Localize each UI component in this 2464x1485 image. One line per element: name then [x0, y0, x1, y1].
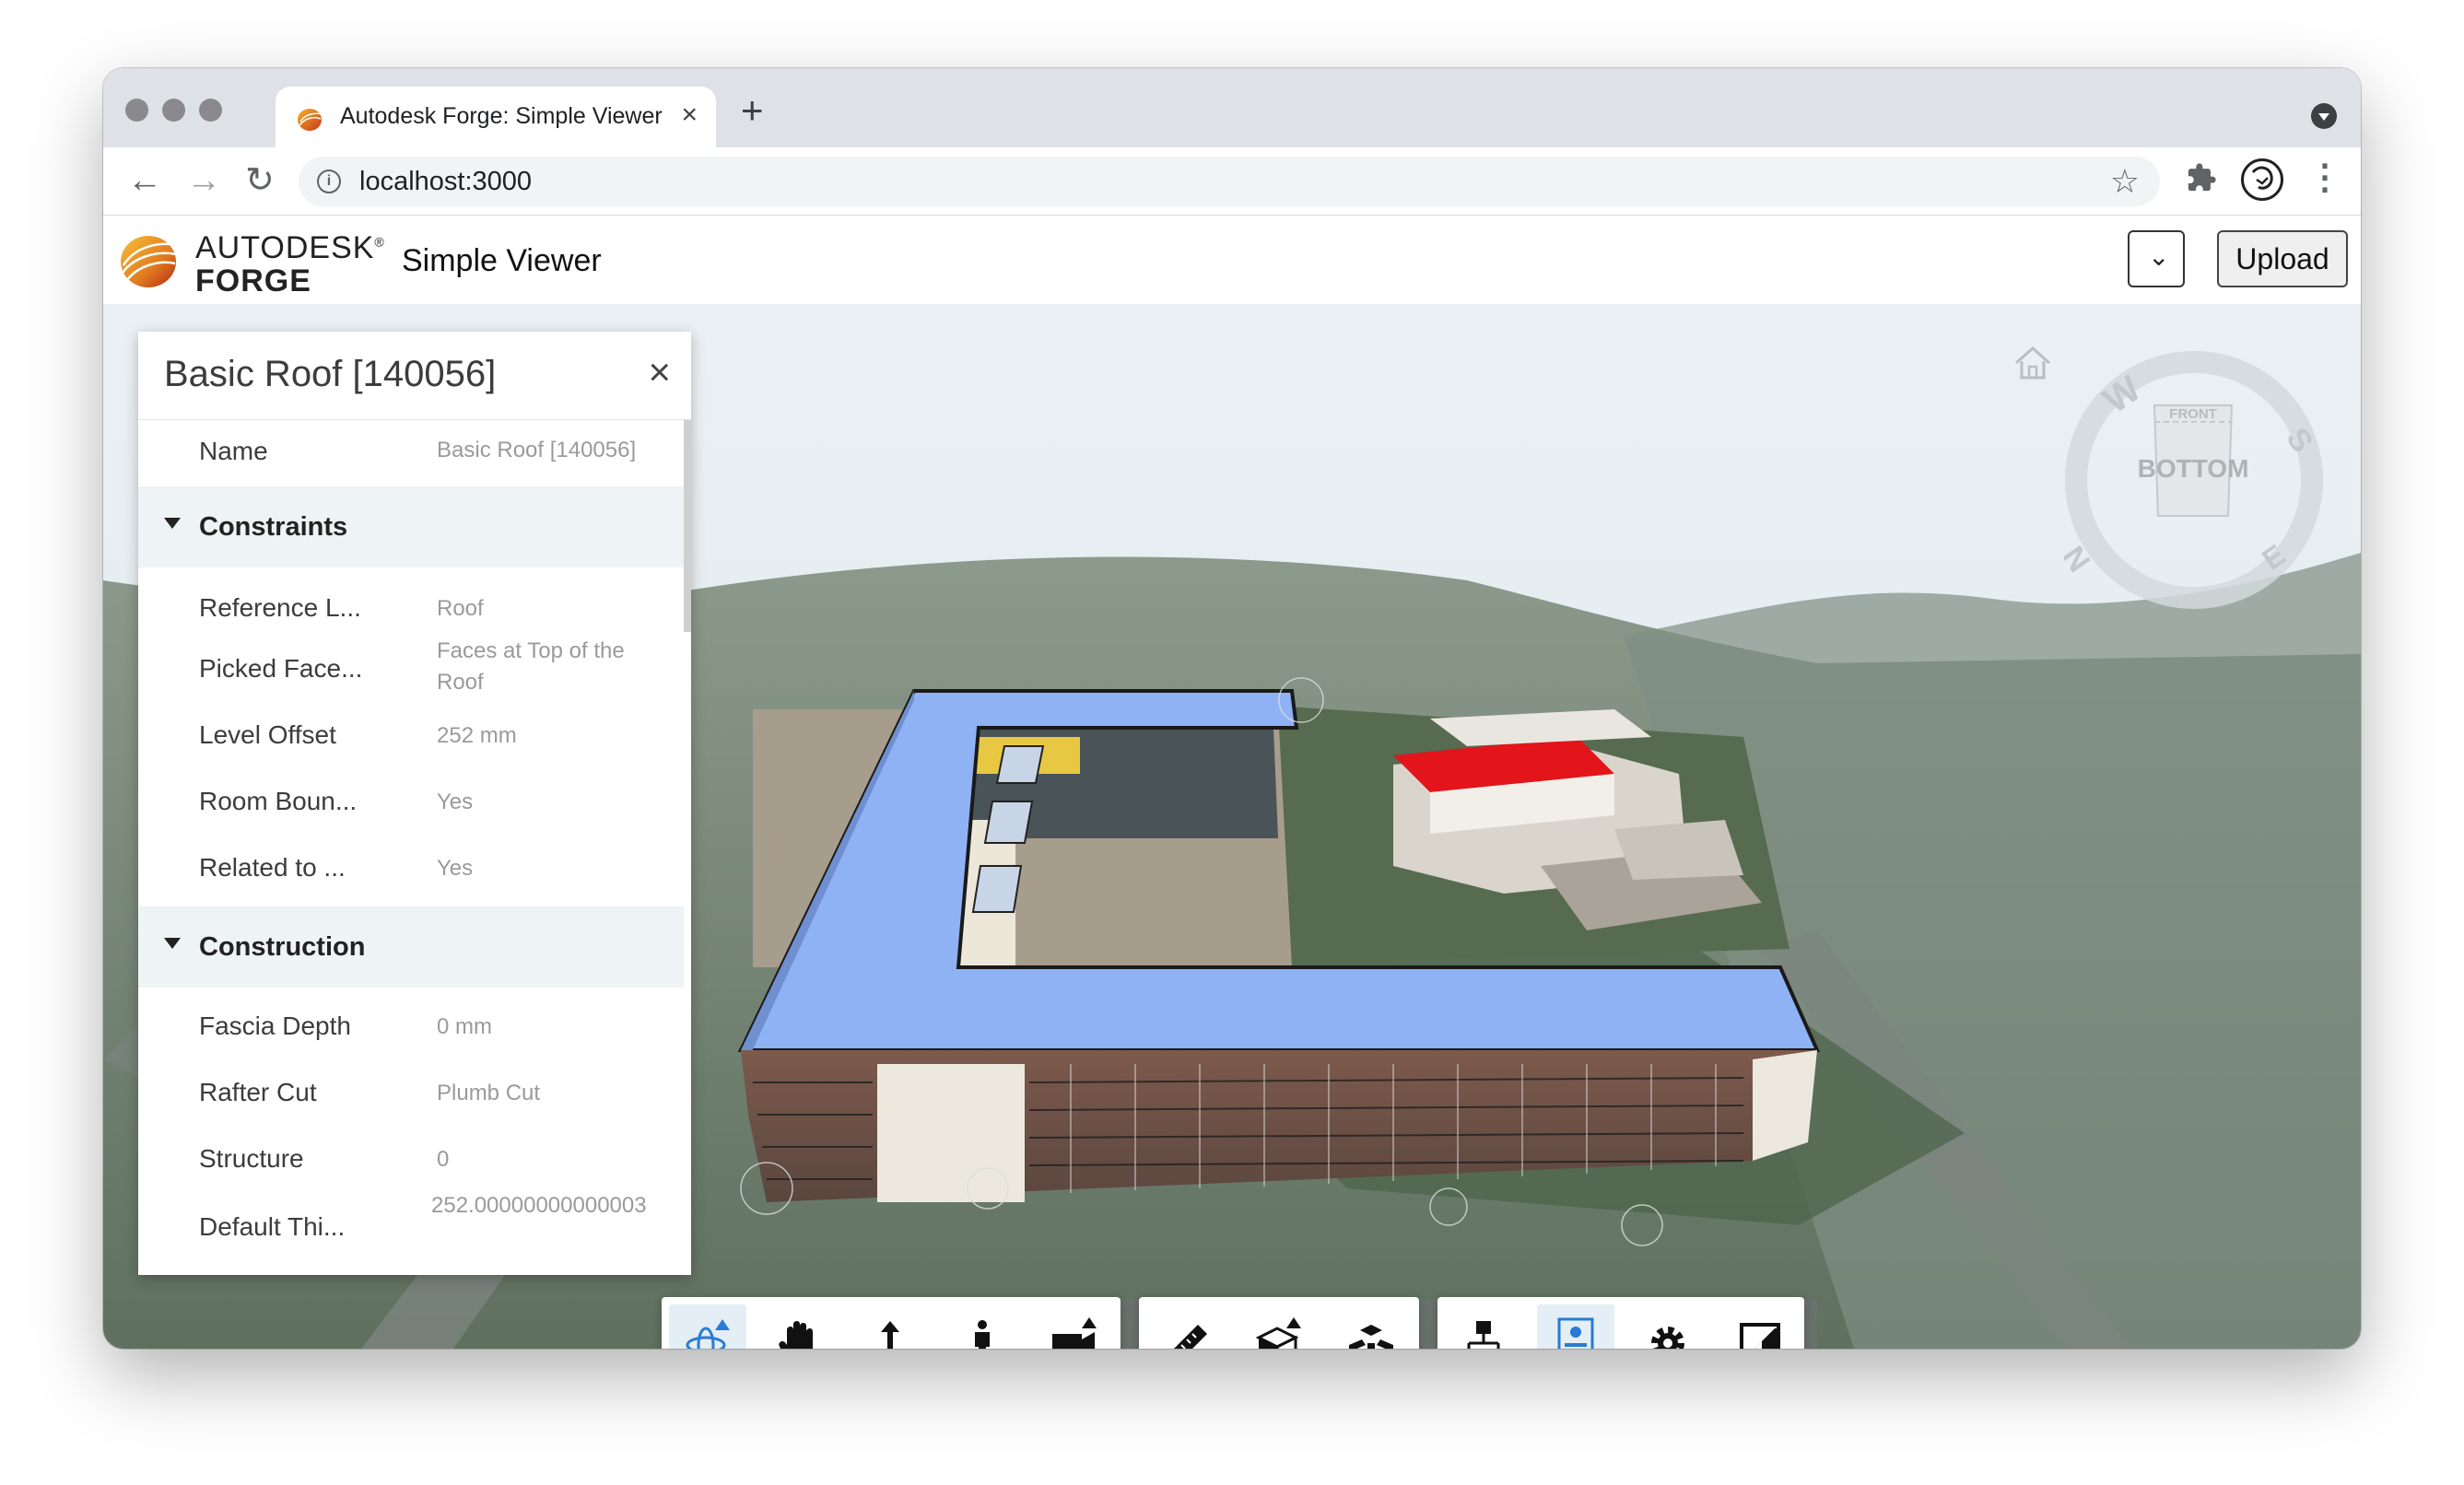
- upload-button[interactable]: Upload: [2217, 230, 2348, 287]
- property-name: Reference L...: [199, 593, 361, 622]
- orbit-button[interactable]: [669, 1304, 746, 1349]
- tab-close-icon[interactable]: ×: [681, 99, 698, 131]
- fullscreen-icon: [1740, 1323, 1780, 1349]
- property-name: Structure: [199, 1144, 304, 1173]
- category-label: Constraints: [199, 512, 348, 542]
- explode-icon: [1349, 1325, 1393, 1349]
- settings-toolbar: [1437, 1297, 1804, 1349]
- property-value: Yes: [437, 856, 474, 881]
- tab-bar: Autodesk Forge: Simple Viewer × +: [103, 68, 2361, 147]
- property-name: Name: [199, 437, 268, 465]
- properties-panel-header[interactable]: Basic Roof [140056] ×: [138, 332, 691, 420]
- camera-button[interactable]: [1036, 1304, 1113, 1349]
- category-construction[interactable]: Construction: [138, 906, 684, 988]
- star-icon[interactable]: ☆: [2110, 162, 2140, 201]
- section-icon: [1255, 1317, 1301, 1349]
- reload-icon[interactable]: ↻: [245, 160, 275, 201]
- model-browser-button[interactable]: [1445, 1304, 1522, 1349]
- tab-search-icon[interactable]: [2311, 103, 2337, 129]
- first-person-icon: [975, 1320, 990, 1349]
- dolly-button[interactable]: [851, 1304, 929, 1349]
- property-value: Plumb Cut: [437, 1081, 541, 1105]
- back-icon[interactable]: ←: [127, 160, 162, 201]
- app-header: AUTODESK® FORGE Simple Viewer ⌄ Upload: [103, 216, 2361, 304]
- minimize-window-dot[interactable]: [162, 99, 185, 122]
- property-value: Yes: [437, 789, 474, 814]
- forge-viewer[interactable]: Basic Roof [140056] × Name Basic Roof [1…: [103, 304, 2361, 1349]
- forge-logo: [121, 236, 178, 287]
- maximize-window-dot[interactable]: [199, 99, 222, 122]
- property-name: Room Boun...: [199, 787, 358, 815]
- info-icon[interactable]: i: [317, 170, 341, 193]
- property-name: Rafter Cut: [199, 1078, 317, 1106]
- explode-button[interactable]: [1332, 1304, 1410, 1349]
- property-value: 0: [437, 1147, 450, 1172]
- property-name: Related to ...: [199, 853, 346, 882]
- property-value: Basic Roof [140056]: [437, 438, 637, 462]
- section-button[interactable]: [1240, 1304, 1318, 1349]
- browser-window: Autodesk Forge: Simple Viewer × + ← → ↻ …: [103, 68, 2361, 1349]
- forge-favicon-icon: [298, 109, 323, 131]
- viewcube-front[interactable]: FRONT: [2169, 406, 2217, 422]
- viewcube[interactable]: W S N E FRONT BOTTOM: [2064, 350, 2324, 610]
- properties-scrollbar[interactable]: [684, 420, 691, 632]
- more-icon[interactable]: ⋮: [2307, 157, 2342, 198]
- viewcube-bottom[interactable]: BOTTOM: [2138, 454, 2249, 483]
- tab-title: Autodesk Forge: Simple Viewer: [340, 103, 663, 129]
- settings-button[interactable]: [1629, 1304, 1707, 1349]
- app-title: Simple Viewer: [402, 243, 602, 278]
- properties-list[interactable]: Name Basic Roof [140056] Constraints Ref…: [138, 420, 684, 1268]
- settings-icon: [1651, 1327, 1684, 1349]
- dolly-icon: [881, 1321, 899, 1349]
- brand-autodesk: AUTODESK®: [195, 230, 385, 265]
- profile-icon[interactable]: [2241, 158, 2283, 201]
- property-value: Faces at Top of the Roof: [437, 638, 625, 695]
- property-value: 252.00000000000003: [431, 1193, 647, 1218]
- orbit-icon: [686, 1319, 730, 1349]
- close-window-dot[interactable]: [125, 99, 148, 122]
- properties-panel[interactable]: Basic Roof [140056] × Name Basic Roof [1…: [138, 332, 691, 1275]
- chevron-down-icon: ⌄: [2148, 242, 2170, 271]
- forward-icon[interactable]: →: [186, 160, 221, 201]
- address-bar[interactable]: i localhost:3000 ☆: [299, 157, 2160, 206]
- model-browser-icon: [1467, 1321, 1500, 1349]
- collapse-triangle-icon[interactable]: [164, 938, 181, 949]
- browser-tab[interactable]: Autodesk Forge: Simple Viewer ×: [276, 87, 716, 147]
- pan-button[interactable]: [759, 1304, 837, 1349]
- measure-button[interactable]: [1148, 1304, 1226, 1349]
- properties-icon: [1557, 1317, 1594, 1349]
- extensions-icon[interactable]: [2186, 162, 2217, 193]
- category-label: Construction: [199, 932, 366, 962]
- model-select[interactable]: ⌄: [2128, 230, 2185, 287]
- property-row[interactable]: Name Basic Roof [140056]: [138, 420, 684, 486]
- url-text[interactable]: localhost:3000: [359, 167, 532, 197]
- new-tab-icon[interactable]: +: [741, 88, 764, 133]
- modeling-toolbar: [1139, 1297, 1419, 1349]
- property-name: Default Thi...: [199, 1212, 346, 1241]
- collapse-triangle-icon[interactable]: [164, 518, 181, 529]
- property-name: Picked Face...: [199, 654, 363, 683]
- camera-icon: [1052, 1317, 1097, 1349]
- property-value: 0 mm: [437, 1014, 492, 1039]
- measure-icon: [1174, 1325, 1207, 1349]
- brand-forge: FORGE: [195, 263, 311, 298]
- category-constraints[interactable]: Constraints: [138, 486, 684, 567]
- first-person-button[interactable]: [944, 1304, 1021, 1349]
- navigation-toolbar: [662, 1297, 1121, 1349]
- fullscreen-button[interactable]: [1721, 1304, 1799, 1349]
- properties-button[interactable]: [1537, 1304, 1614, 1349]
- property-value: Roof: [437, 596, 484, 621]
- property-name: Level Offset: [199, 720, 336, 749]
- properties-panel-title: Basic Roof [140056]: [164, 354, 497, 394]
- home-icon[interactable]: [2011, 341, 2055, 385]
- property-name: Fascia Depth: [199, 1011, 351, 1040]
- pan-icon: [779, 1321, 813, 1349]
- browser-toolbar: ← → ↻ i localhost:3000 ☆ ⋮: [103, 147, 2361, 216]
- close-icon[interactable]: ×: [648, 350, 671, 394]
- property-value: 252 mm: [437, 723, 517, 748]
